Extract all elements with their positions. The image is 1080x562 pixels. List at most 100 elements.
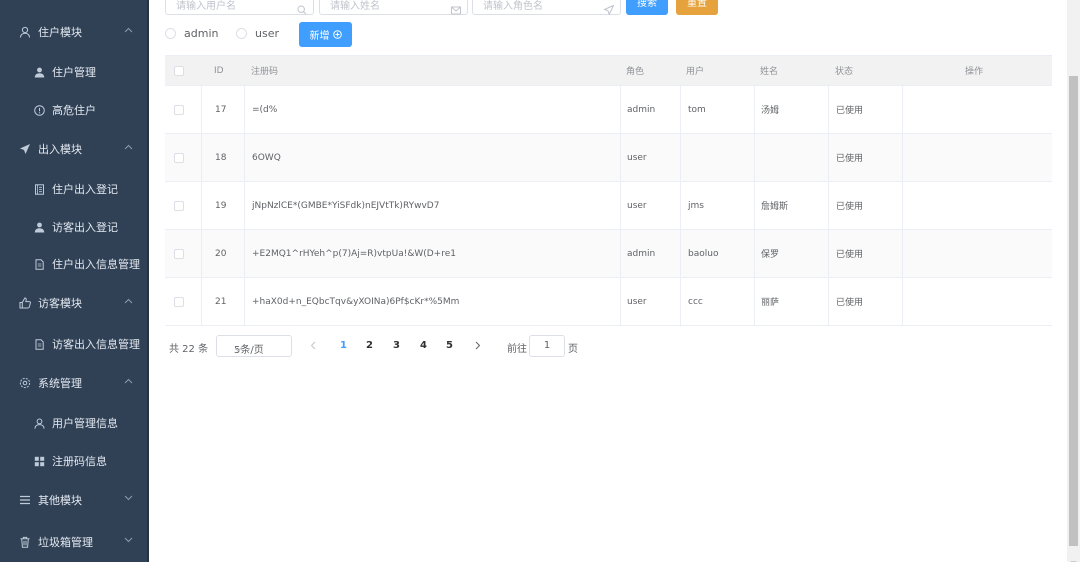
select-all-cell[interactable]	[174, 56, 184, 85]
row-checkbox[interactable]	[174, 152, 184, 163]
cell-name: 汤姆	[761, 106, 780, 116]
sidebar-item-label: 住户管理	[52, 66, 96, 79]
username-search-field[interactable]	[165, 0, 314, 17]
sidebar-item-label: 访客出入登记	[52, 221, 118, 234]
chevron-down-icon	[124, 537, 133, 543]
cell-user: ccc	[688, 296, 703, 307]
menu-group-resident[interactable]: 住户模块	[0, 13, 149, 51]
mail-icon	[451, 0, 461, 19]
cell-status: 已使用	[836, 106, 864, 116]
trash-icon	[18, 535, 32, 549]
cell-status: 已使用	[836, 250, 864, 260]
sidebar-item-resident-management[interactable]: 住户管理	[0, 53, 149, 91]
document-icon	[33, 338, 45, 350]
sidebar-item-user-management[interactable]: 用户管理信息	[0, 404, 149, 442]
sidebar-item-high-risk[interactable]: 高危住户	[0, 91, 149, 129]
cell-role: admin	[627, 248, 656, 259]
next-page-button[interactable]	[475, 341, 481, 353]
radio-user[interactable]: user	[236, 27, 279, 40]
sidebar-item-visitor-access-info[interactable]: 访客出入信息管理	[0, 325, 149, 363]
cell-user: baoluo	[688, 248, 719, 259]
grid-icon	[33, 455, 45, 467]
menu-group-trash[interactable]: 垃圾箱管理	[0, 523, 149, 561]
add-button-label: 新增	[309, 31, 330, 42]
table-row: 18 6OWQ user 已使用	[165, 134, 1052, 182]
scroll-down-arrow-icon[interactable]	[1070, 551, 1077, 562]
header-role: 角色	[626, 67, 645, 77]
username-input[interactable]	[166, 0, 313, 17]
sidebar-item-label: 访客出入信息管理	[52, 338, 140, 351]
cell-code: jNpNzlCE*(GMBE*YiSFdk)nEJVtTk)RYwvD7	[252, 200, 440, 211]
radio-circle	[165, 28, 176, 39]
goto-label: 前往	[507, 344, 527, 355]
cell-status: 已使用	[836, 154, 864, 164]
cell-code: +E2MQ1^rHYeh^p(7)Aj=R)vtpUa!&W(D+re1	[252, 248, 456, 259]
search-button[interactable]: 搜索	[626, 0, 668, 15]
cell-status: 已使用	[836, 202, 864, 212]
page-3-button[interactable]: 3	[393, 340, 400, 351]
sidebar-item-visitor-access-register[interactable]: 访客出入登记	[0, 208, 149, 246]
menu-group-other[interactable]: 其他模块	[0, 481, 149, 519]
cell-code: 6OWQ	[252, 152, 281, 163]
name-search-field[interactable]	[319, 0, 468, 17]
add-button[interactable]: 新增	[299, 22, 352, 47]
row-checkbox[interactable]	[174, 248, 184, 259]
thumb-up-icon	[18, 296, 32, 310]
menu-group-other-label: 其他模块	[38, 494, 82, 507]
cell-role: user	[627, 296, 647, 307]
role-search-field[interactable]	[472, 0, 621, 17]
page-size-select[interactable]: 5条/页	[216, 335, 292, 357]
role-input[interactable]	[473, 0, 620, 17]
chevron-down-icon	[234, 344, 284, 355]
cell-user: tom	[688, 104, 706, 115]
menu-group-system[interactable]: 系统管理	[0, 364, 149, 402]
vertical-scrollbar[interactable]	[1067, 0, 1080, 562]
sidebar-item-label: 注册码信息	[52, 455, 107, 468]
menu-group-access[interactable]: 出入模块	[0, 130, 149, 168]
radio-circle	[236, 28, 247, 39]
gear-icon	[18, 376, 32, 390]
paper-plane-icon	[18, 142, 32, 156]
scrollbar-thumb[interactable]	[1069, 76, 1078, 546]
cell-id: 17	[215, 104, 227, 115]
send-icon	[603, 0, 615, 19]
sidebar: 住户模块 住户管理 高危住户 出入模块 住户出入登记 访客出入登记 住户出入信息…	[0, 0, 149, 562]
cell-name: 詹姆斯	[761, 202, 789, 212]
sidebar-item-registration-code[interactable]: 注册码信息	[0, 442, 149, 480]
table-row: 19 jNpNzlCE*(GMBE*YiSFdk)nEJVtTk)RYwvD7 …	[165, 182, 1052, 230]
cell-user: jms	[688, 200, 704, 211]
cell-id: 18	[215, 152, 227, 163]
radio-user-label: user	[255, 27, 279, 40]
header-action: 操作	[965, 67, 984, 77]
cell-id: 21	[215, 296, 227, 307]
cell-status: 已使用	[836, 298, 864, 308]
table-row: 17 =(d% admin tom 汤姆 已使用	[165, 86, 1052, 134]
menu-group-trash-label: 垃圾箱管理	[38, 536, 93, 549]
page-5-button[interactable]: 5	[446, 340, 453, 351]
name-input[interactable]	[320, 0, 467, 17]
reset-button[interactable]: 重置	[676, 0, 718, 15]
cell-name: 保罗	[761, 250, 780, 260]
page-1-button[interactable]: 1	[340, 340, 347, 351]
row-checkbox[interactable]	[174, 200, 184, 211]
header-id: ID	[214, 65, 224, 76]
sidebar-item-resident-access-register[interactable]: 住户出入登记	[0, 170, 149, 208]
row-checkbox[interactable]	[174, 104, 184, 115]
sidebar-item-resident-access-info[interactable]: 住户出入信息管理	[0, 245, 149, 283]
header-name: 姓名	[760, 67, 779, 77]
cell-role: user	[627, 200, 647, 211]
prev-page-button[interactable]	[310, 341, 316, 353]
page-4-button[interactable]: 4	[420, 340, 427, 351]
menu-group-resident-label: 住户模块	[38, 26, 82, 39]
radio-admin[interactable]: admin	[165, 27, 218, 40]
page-2-button[interactable]: 2	[366, 340, 373, 351]
document-icon	[33, 258, 45, 270]
notebook-icon	[33, 183, 45, 195]
select-all-checkbox[interactable]	[174, 65, 184, 76]
header-code: 注册码	[251, 67, 279, 77]
header-status: 状态	[835, 67, 854, 77]
menu-group-visitor[interactable]: 访客模块	[0, 284, 149, 322]
row-checkbox[interactable]	[174, 296, 184, 307]
sidebar-item-label: 住户出入登记	[52, 183, 118, 196]
goto-page-input[interactable]: 1	[529, 335, 565, 357]
